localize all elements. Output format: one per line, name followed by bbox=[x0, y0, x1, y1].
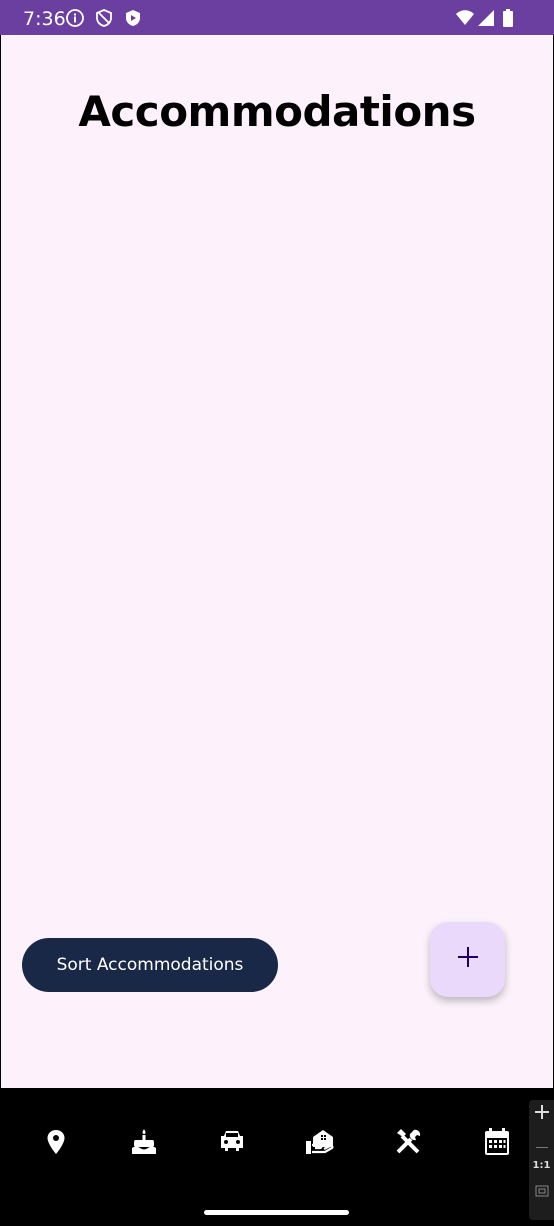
battery-icon bbox=[498, 8, 518, 28]
add-accommodation-button[interactable] bbox=[430, 922, 505, 997]
cake-icon[interactable] bbox=[129, 1127, 159, 1157]
home-indicator[interactable] bbox=[204, 1210, 349, 1215]
bottom-nav-bar: 1:1 bbox=[0, 1088, 554, 1226]
signal-icon bbox=[476, 8, 496, 28]
location-pin-icon[interactable] bbox=[41, 1127, 71, 1157]
zoom-reset-label[interactable]: 1:1 bbox=[529, 1160, 554, 1171]
shield-icon bbox=[94, 8, 114, 28]
status-bar: 7:36 bbox=[0, 0, 554, 35]
sort-accommodations-button[interactable]: Sort Accommodations bbox=[22, 938, 278, 992]
screenshot-icon[interactable] bbox=[529, 1184, 554, 1201]
wifi-icon bbox=[455, 8, 475, 28]
car-icon[interactable] bbox=[217, 1127, 247, 1157]
zoom-in-icon[interactable] bbox=[529, 1104, 554, 1123]
page-title: Accommodations bbox=[78, 87, 476, 136]
info-icon bbox=[65, 8, 85, 28]
tools-icon[interactable] bbox=[393, 1127, 423, 1157]
plus-icon bbox=[457, 946, 479, 973]
emulator-side-toolbar: 1:1 bbox=[529, 1100, 554, 1220]
status-time: 7:36 bbox=[23, 8, 66, 30]
play-protect-icon bbox=[123, 8, 143, 28]
accommodations-screen: Accommodations Sort Accommodations bbox=[1, 35, 553, 1088]
zoom-out-icon[interactable] bbox=[529, 1140, 554, 1154]
calendar-icon[interactable] bbox=[482, 1127, 512, 1157]
accommodation-icon[interactable] bbox=[305, 1127, 335, 1157]
